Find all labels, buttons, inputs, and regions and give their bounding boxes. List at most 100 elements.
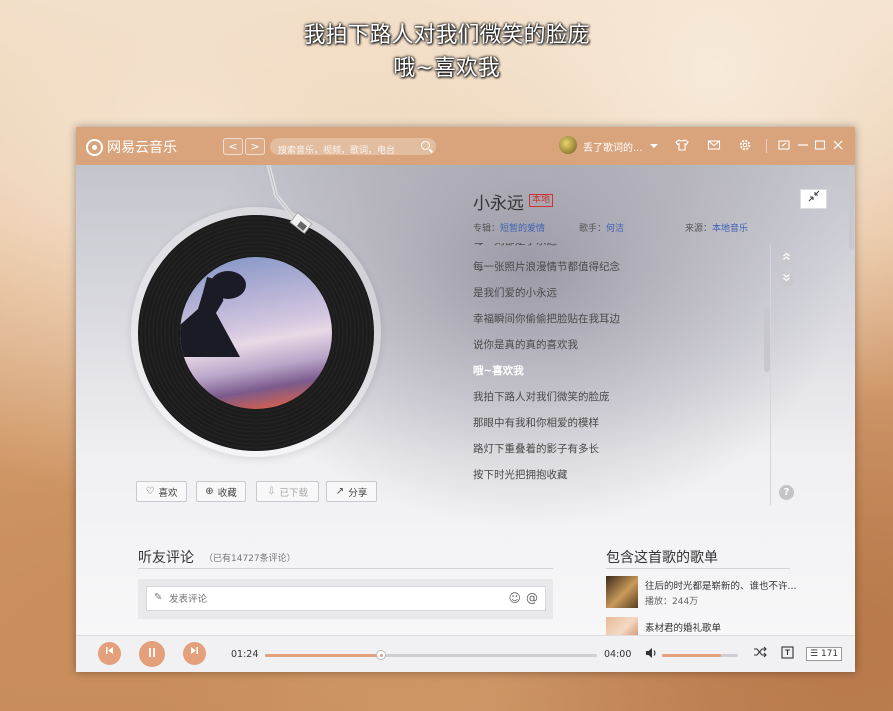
- collect-button[interactable]: ⊕ 收藏: [196, 481, 246, 502]
- album-link[interactable]: 短暂的爱情: [500, 224, 545, 234]
- progress-bar[interactable]: [265, 650, 597, 660]
- playlist-plays: 播放：244万: [645, 597, 699, 607]
- shuffle-icon[interactable]: [753, 646, 767, 661]
- skin-shirt-icon[interactable]: [675, 138, 689, 152]
- volume-slider[interactable]: [662, 654, 738, 657]
- local-tag-badge: 本地: [529, 194, 554, 207]
- username[interactable]: 丢了歌词的...: [583, 139, 643, 154]
- singer-label: 歌手：: [579, 224, 607, 234]
- volume-icon[interactable]: [645, 647, 658, 662]
- comment-box: ✎ ☺ @: [138, 579, 553, 619]
- playlists-divider: [606, 568, 790, 569]
- mail-icon[interactable]: [707, 138, 721, 152]
- source-info: 来源：本地音乐: [685, 221, 748, 234]
- at-mention-icon[interactable]: @: [526, 591, 538, 605]
- download-icon: ⇩: [267, 486, 276, 497]
- playlists-title: 包含这首歌的歌单: [606, 550, 718, 566]
- skip-next-icon: [191, 647, 198, 654]
- pause-button[interactable]: [139, 641, 165, 667]
- lyrics-divider: [770, 245, 771, 505]
- downloaded-label: 已下载: [279, 487, 308, 499]
- avatar[interactable]: [559, 136, 577, 154]
- share-icon: ↗: [335, 486, 345, 497]
- minimize-icon[interactable]: [796, 138, 810, 152]
- desktop-lyric-line-1: 我拍下路人对我们微笑的脸庞: [303, 23, 590, 48]
- next-button[interactable]: [183, 642, 206, 665]
- titlebar-divider: [766, 139, 767, 153]
- like-button[interactable]: ♡ 喜欢: [136, 481, 187, 502]
- comments-count: （已有14727条评论）: [204, 554, 296, 564]
- tone-arm: [266, 165, 313, 234]
- player-bar: 01:24 04:00 ☰ 171: [76, 635, 855, 672]
- heart-icon: ♡: [145, 486, 155, 497]
- share-button[interactable]: ↗ 分享: [326, 481, 377, 502]
- lyric-line: 每一刻都是小永远: [473, 243, 773, 254]
- comment-input[interactable]: [147, 588, 487, 611]
- double-chevron-up-icon: [783, 252, 790, 260]
- desktop-lyric-line-2: 哦~喜欢我: [393, 56, 500, 81]
- lyrics-scroll-up-button[interactable]: [779, 251, 794, 266]
- playlist-thumbnail[interactable]: [606, 617, 638, 635]
- playlist-count-button[interactable]: ☰ 171: [806, 647, 843, 661]
- double-chevron-down-icon: [783, 274, 790, 282]
- singer-link[interactable]: 何洁: [606, 224, 624, 234]
- forward-button[interactable]: >: [245, 138, 265, 155]
- emoji-icon[interactable]: ☺: [508, 591, 521, 605]
- search-icon[interactable]: [421, 141, 430, 150]
- skip-previous-icon: [106, 647, 113, 654]
- lyric-line: 每一张照片浪漫情节都值得纪念: [473, 261, 620, 273]
- playlist-thumbnail[interactable]: [606, 576, 638, 608]
- song-detail-panel: 小永远 本地 专辑：短暂的爱情 歌手：何洁 来源：本地音乐 每一刻都是小永远 每…: [76, 165, 855, 635]
- current-time: 01:24: [231, 649, 259, 660]
- like-label: 喜欢: [158, 487, 178, 499]
- singer-info: 歌手：何洁: [579, 221, 624, 234]
- current-lyric-line: 哦~喜欢我: [473, 365, 524, 377]
- help-icon[interactable]: ?: [779, 485, 794, 500]
- mini-mode-icon[interactable]: [777, 138, 791, 152]
- lyrics-scroll-down-button[interactable]: [779, 272, 794, 287]
- pencil-icon: ✎: [154, 592, 163, 603]
- lyric-line: 说你是真的真的喜欢我: [473, 339, 578, 351]
- progress-knob[interactable]: [376, 650, 387, 660]
- page-scrollbar[interactable]: [849, 167, 854, 249]
- app-name: 网易云音乐: [107, 140, 177, 156]
- lyric-line: 幸福瞬间你偷偷把脸贴在我耳边: [473, 313, 620, 325]
- collapse-button[interactable]: [800, 189, 827, 209]
- chevron-down-icon[interactable]: [650, 144, 658, 148]
- playlist-count: 171: [820, 649, 839, 659]
- close-icon[interactable]: [831, 138, 845, 152]
- search-box[interactable]: [270, 138, 436, 160]
- lyrics-panel[interactable]: 每一刻都是小永远 每一张照片浪漫情节都值得纪念 是我们爱的小永远 幸福瞬间你偷偷…: [473, 243, 773, 500]
- netease-logo-icon: [86, 138, 103, 156]
- downloaded-button[interactable]: ⇩ 已下载: [256, 481, 319, 502]
- settings-gear-icon[interactable]: [738, 138, 752, 152]
- volume-fill: [662, 654, 722, 657]
- pause-icon: [149, 648, 155, 657]
- source-label: 来源：: [685, 224, 713, 234]
- lyrics-toggle-icon[interactable]: [781, 646, 794, 662]
- titlebar: 网易云音乐 < > 丢了歌词的...: [76, 127, 855, 165]
- playlist-name[interactable]: 往后的时光都是崭新的、谁也不许...: [645, 578, 797, 592]
- previous-button[interactable]: [98, 642, 121, 665]
- comment-field[interactable]: ✎ ☺ @: [146, 586, 546, 611]
- share-label: 分享: [348, 487, 368, 499]
- lyric-line: 按下时光把拥抱收藏: [473, 469, 568, 481]
- app-logo[interactable]: 网易云音乐: [86, 137, 177, 157]
- lyric-line: 那眼中有我和你相爱的模样: [473, 417, 599, 429]
- lyric-line: 是我们爱的小永远: [473, 287, 557, 299]
- album-info: 专辑：短暂的爱情: [473, 221, 545, 234]
- album-cover: [180, 257, 332, 409]
- source-link[interactable]: 本地音乐: [712, 224, 748, 234]
- maximize-icon[interactable]: [813, 138, 827, 152]
- playlist-name[interactable]: 素材君的婚礼歌单: [645, 620, 721, 634]
- album-label: 专辑：: [473, 224, 501, 234]
- playlist-icon: ☰: [810, 649, 819, 659]
- lyric-line: 路灯下重叠着的影子有多长: [473, 443, 599, 455]
- collapse-arrows-icon: [808, 190, 819, 202]
- back-button[interactable]: <: [223, 138, 243, 155]
- collect-label: 收藏: [217, 487, 237, 499]
- search-input[interactable]: [270, 142, 410, 160]
- total-time: 04:00: [604, 649, 632, 660]
- folder-add-icon: ⊕: [205, 486, 214, 497]
- progress-fill: [265, 654, 382, 657]
